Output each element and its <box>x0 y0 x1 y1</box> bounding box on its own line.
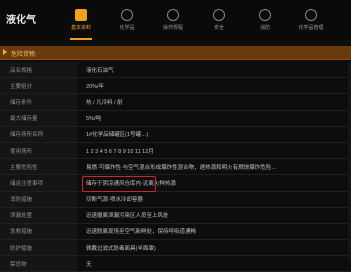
section-title: 危险货物 <box>11 52 36 58</box>
tab-chemicals[interactable]: 化学品 <box>104 0 150 40</box>
table-row: 消防措施 切断气源·喷水冷却容器 <box>0 191 351 208</box>
table-row: 急救措施 迅速脱离现场至空气新鲜处，保持呼吸道通畅 <box>0 223 351 241</box>
app-title: 液化气 <box>6 15 36 26</box>
row-label: 储存场所名称 <box>0 126 78 142</box>
row-value: 佩戴过滤式防毒面具(半面罩) <box>86 245 156 252</box>
table-row: 储存场所名称 1#化学品储罐区(1号罐…) <box>0 126 351 143</box>
table-row: 主要组分 20%/年 <box>0 78 351 95</box>
row-label: 储运注意事项 <box>0 175 78 191</box>
tab-label: 基本资料 <box>70 25 91 31</box>
table-row: 储运注意事项 储存于阴凉通风仓库内·远离火种热源 <box>0 175 351 192</box>
table-row: 最大储存量 5%/吨 <box>0 110 351 127</box>
tab-label: 化学品管理 <box>298 25 324 31</box>
row-label: 禁忌物 <box>0 256 78 272</box>
table-row: 储存条件 热 / 凡冷料 / 耐 <box>0 94 351 111</box>
shield-icon <box>213 9 225 21</box>
row-label: 最大储存量 <box>0 110 78 126</box>
table-row: 主要危险性 易燃·可爆炸性·与空气混合形成爆炸性混合物，遇热源和明火有燃烧爆炸危… <box>0 159 351 176</box>
row-value: 1 2 3 4 5 6 7 8 9 10 11 12月 <box>86 148 154 155</box>
tab-label: 消防 <box>259 25 270 31</box>
row-value: 易燃·可爆炸性·与空气混合形成爆炸性混合物，遇热源和明火有燃烧爆炸危险… <box>86 164 277 171</box>
row-value: 1#化学品储罐区(1号罐…) <box>86 132 149 139</box>
table-row: 禁忌物 无 <box>0 256 351 272</box>
row-value: 切断气源·喷水冷却容器 <box>86 197 143 204</box>
row-value: 迅速撤离泄漏污染区人员至上风处 <box>86 213 169 220</box>
tab-bar: 基本资料 化学品 操作规程 安全 消防 化学品管理 <box>58 0 334 40</box>
tab-procedures[interactable]: 操作规程 <box>150 0 196 40</box>
tab-basic-info[interactable]: 基本资料 <box>58 0 104 40</box>
row-label: 主要组分 <box>0 78 78 94</box>
section-header[interactable]: 危险货物 <box>0 46 351 60</box>
list-icon <box>305 9 317 21</box>
row-value: 5%/吨 <box>86 116 101 123</box>
tab-safety[interactable]: 安全 <box>196 0 242 40</box>
tab-label: 化学品 <box>119 25 135 31</box>
row-value: 热 / 凡冷料 / 耐 <box>86 99 123 106</box>
tab-label: 操作规程 <box>162 25 183 31</box>
row-label: 急救措施 <box>0 223 78 240</box>
top-nav-bar: 液化气 基本资料 化学品 操作规程 安全 消防 化学品管理 <box>0 0 351 40</box>
tab-label: 安全 <box>213 25 224 31</box>
row-label: 泄漏处置 <box>0 207 78 223</box>
info-table: 品名规格 液化石油气 主要组分 20%/年 储存条件 热 / 凡冷料 / 耐 最… <box>0 62 351 272</box>
row-label: 储存条件 <box>0 94 78 110</box>
fire-icon <box>259 9 271 21</box>
tab-chem-management[interactable]: 化学品管理 <box>288 0 334 40</box>
row-value: 迅速脱离现场至空气新鲜处，保持呼吸道通畅 <box>86 229 197 236</box>
row-label: 品名规格 <box>0 62 78 78</box>
table-row: 泄漏处置 迅速撤离泄漏污染区人员至上风处 <box>0 207 351 224</box>
row-value: 无 <box>86 261 92 268</box>
row-label: 消防措施 <box>0 191 78 207</box>
highlight-annotation-box <box>82 176 156 192</box>
row-value: 液化石油气 <box>86 67 114 74</box>
flask-icon <box>121 9 133 21</box>
table-row: 使用场所 1 2 3 4 5 6 7 8 9 10 11 12月 <box>0 142 351 160</box>
row-label: 主要危险性 <box>0 159 78 175</box>
tab-fire[interactable]: 消防 <box>242 0 288 40</box>
table-row: 防护措施 佩戴过滤式防毒面具(半面罩) <box>0 240 351 257</box>
gear-icon <box>167 9 179 21</box>
row-label: 使用场所 <box>0 142 78 159</box>
row-label: 防护措施 <box>0 240 78 256</box>
doc-icon <box>75 9 87 21</box>
expand-arrow-icon <box>3 49 7 55</box>
table-row: 品名规格 液化石油气 <box>0 62 351 79</box>
row-value: 20%/年 <box>86 83 105 90</box>
